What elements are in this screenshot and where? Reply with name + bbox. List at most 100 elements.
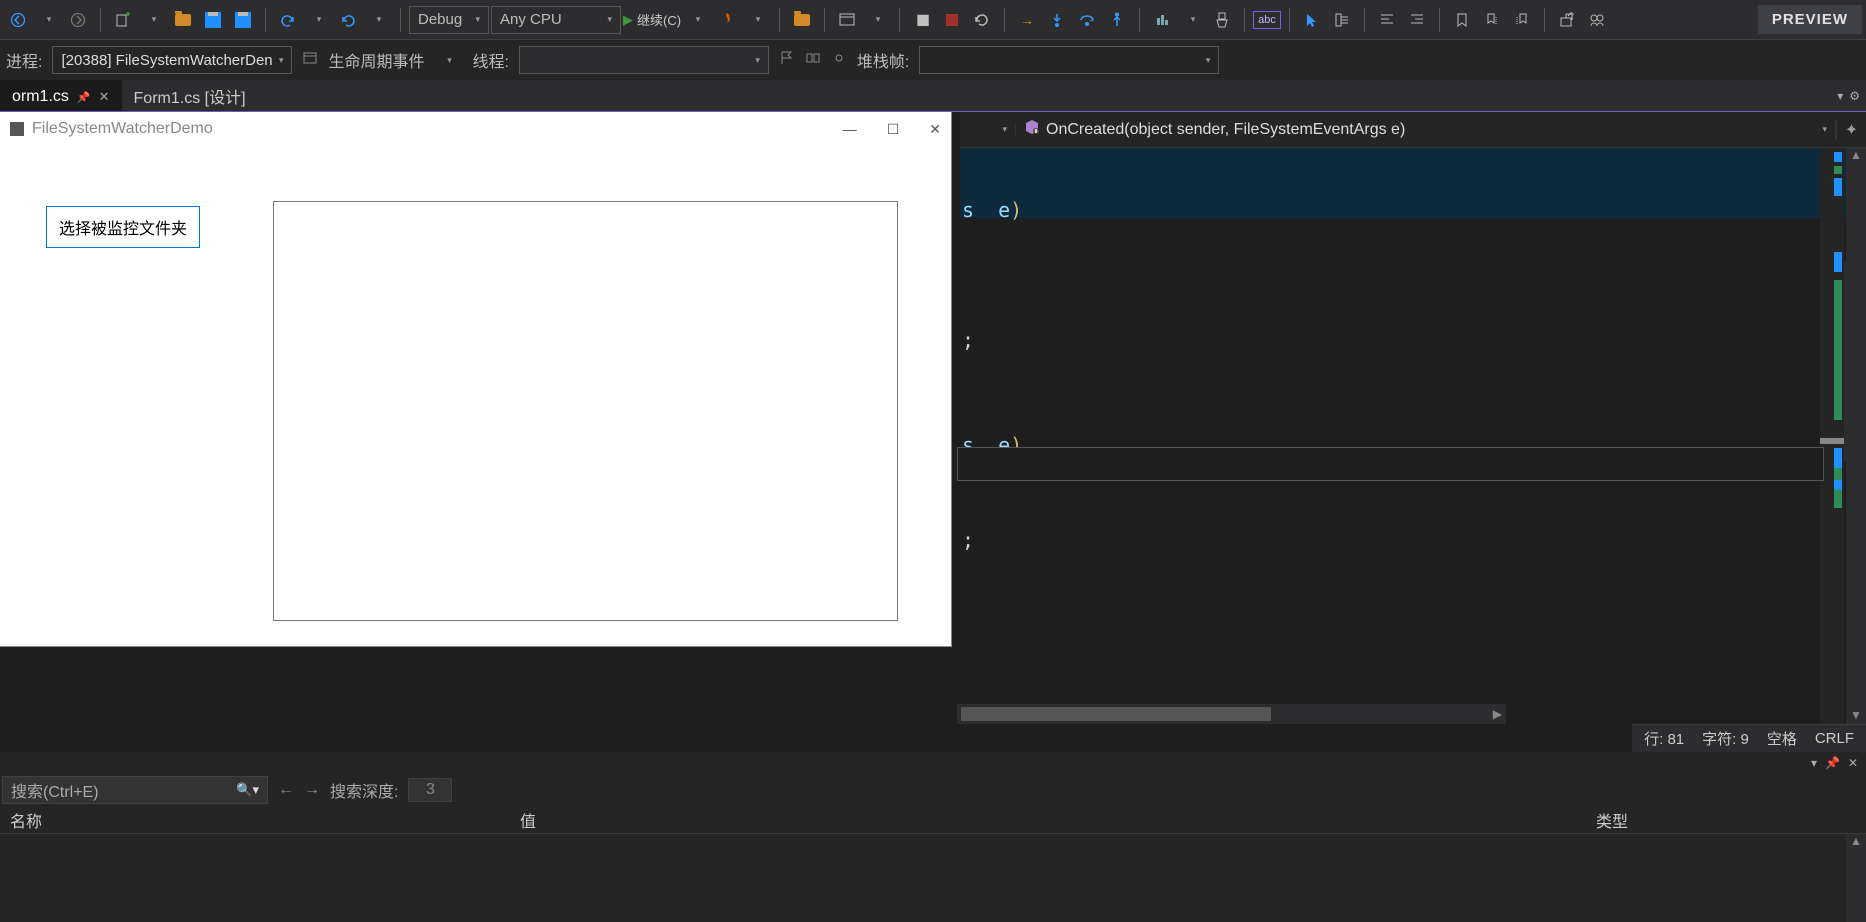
bookmark-next-button[interactable]: [1508, 6, 1536, 34]
nav-back-dropdown[interactable]: [34, 6, 62, 34]
nav-forward-button[interactable]: [64, 6, 92, 34]
nav-back-icon[interactable]: ←: [278, 781, 294, 799]
select-folder-button[interactable]: 选择被监控文件夹: [46, 206, 200, 248]
align-right-button[interactable]: [1403, 6, 1431, 34]
continue-button[interactable]: ▶ 继续(C): [623, 6, 681, 34]
save-all-button[interactable]: [229, 6, 257, 34]
separator: [1439, 8, 1440, 32]
close-icon[interactable]: ✕: [99, 89, 110, 105]
status-eol[interactable]: CRLF: [1815, 730, 1854, 747]
bottom-body[interactable]: ▲: [0, 834, 1866, 922]
col-value[interactable]: 值: [510, 808, 1586, 832]
lifecycle-dropdown[interactable]: [434, 46, 462, 74]
close-icon[interactable]: ✕: [929, 121, 941, 138]
scroll-up-icon[interactable]: ▲: [1846, 148, 1866, 162]
panel-dropdown-icon[interactable]: ▾: [1811, 756, 1817, 770]
app-titlebar[interactable]: FileSystemWatcherDemo — ☐ ✕: [0, 112, 951, 146]
maximize-icon[interactable]: ☐: [887, 121, 900, 138]
feedback-button[interactable]: [1583, 6, 1611, 34]
bottom-scrollbar[interactable]: ▲: [1846, 834, 1866, 922]
search-input[interactable]: 搜索(Ctrl+E) 🔍▾: [2, 776, 268, 804]
intellicode-button[interactable]: [1148, 6, 1176, 34]
new-item-button[interactable]: [109, 6, 137, 34]
hot-reload-button[interactable]: [713, 6, 741, 34]
step-into-button[interactable]: [1043, 6, 1071, 34]
bottom-panel: ▾ 📌 ✕ 搜索(Ctrl+E) 🔍▾ ← → 搜索深度: 3 名称 值 类型 …: [0, 752, 1866, 922]
align-left-button[interactable]: [1373, 6, 1401, 34]
horizontal-scrollbar[interactable]: ▶: [957, 704, 1506, 724]
nav-member-combo[interactable]: OnCreated(object sender, FileSystemEvent…: [1016, 119, 1836, 140]
tab-settings-icon[interactable]: ⚙: [1849, 89, 1860, 103]
undo-dropdown[interactable]: [304, 6, 332, 34]
flag-icon[interactable]: [779, 50, 795, 70]
show-next-statement-button[interactable]: →: [1013, 6, 1041, 34]
solution-platform-combo[interactable]: Any CPU: [491, 6, 621, 34]
current-line-highlight: [960, 148, 1866, 218]
code-frag: s e: [962, 198, 1010, 222]
solution-config-combo[interactable]: Debug: [409, 6, 489, 34]
scroll-up-icon[interactable]: ▲: [1846, 834, 1866, 848]
split-editor-button[interactable]: ✦: [1836, 120, 1866, 140]
col-type[interactable]: 类型: [1586, 808, 1866, 832]
open-folder-button[interactable]: [788, 6, 816, 34]
panel-close-icon[interactable]: ✕: [1848, 756, 1858, 770]
thread-combo[interactable]: [519, 46, 769, 74]
stop-debug-button[interactable]: [938, 6, 966, 34]
search-icon[interactable]: 🔍▾: [236, 782, 259, 798]
link-icon[interactable]: [831, 50, 847, 70]
redo-button[interactable]: [334, 6, 362, 34]
code-cleanup-button[interactable]: [1208, 6, 1236, 34]
hot-reload-dropdown[interactable]: [743, 6, 771, 34]
scroll-down-icon[interactable]: ▼: [1846, 708, 1866, 722]
lifecycle-icon: [302, 50, 318, 70]
undo-button[interactable]: [274, 6, 302, 34]
process-value: [20388] FileSystemWatcherDen: [61, 52, 272, 69]
tab-form1-design[interactable]: Form1.cs [设计]: [122, 80, 258, 112]
status-char[interactable]: 字符: 9: [1702, 728, 1749, 749]
preview-button[interactable]: PREVIEW: [1758, 5, 1862, 34]
abc-button[interactable]: abc: [1253, 6, 1281, 34]
app-title: FileSystemWatcherDemo: [32, 120, 213, 138]
bookmark-button[interactable]: [1448, 6, 1476, 34]
nav-back-button[interactable]: [4, 6, 32, 34]
window-layout-dropdown[interactable]: [863, 6, 891, 34]
solution-platform-value: Any CPU: [500, 11, 562, 28]
share-button[interactable]: [1553, 6, 1581, 34]
separator: [1004, 8, 1005, 32]
restart-button[interactable]: [968, 6, 996, 34]
new-item-dropdown[interactable]: [139, 6, 167, 34]
col-name[interactable]: 名称: [0, 808, 510, 832]
threads-icon[interactable]: [805, 50, 821, 70]
scroll-right-icon[interactable]: ▶: [1489, 707, 1506, 721]
step-over-button[interactable]: [1073, 6, 1101, 34]
process-combo[interactable]: [20388] FileSystemWatcherDen: [52, 46, 292, 74]
overview-ruler[interactable]: [1820, 148, 1844, 724]
pin-icon[interactable]: 📌: [77, 91, 91, 104]
code-area[interactable]: s e) ; s e) ; ▲ ▼: [960, 148, 1866, 724]
code-semi: ;: [962, 328, 974, 352]
scrollbar-thumb[interactable]: [961, 707, 1271, 721]
minimize-icon[interactable]: —: [843, 121, 857, 138]
step-out-button[interactable]: [1103, 6, 1131, 34]
depth-input[interactable]: 3: [408, 778, 452, 802]
app-listbox[interactable]: [273, 201, 898, 621]
panel-pin-icon[interactable]: 📌: [1825, 756, 1840, 770]
tab-overflow-dropdown[interactable]: ▾: [1837, 89, 1843, 103]
save-button[interactable]: [199, 6, 227, 34]
open-file-button[interactable]: [169, 6, 197, 34]
break-all-button[interactable]: ▮▮: [908, 6, 936, 34]
stackframe-combo[interactable]: [919, 46, 1219, 74]
continue-dropdown[interactable]: [683, 6, 711, 34]
tab-form1-cs[interactable]: orm1.cs 📌 ✕: [0, 80, 122, 112]
nav-scope-combo[interactable]: [960, 124, 1016, 135]
nav-forward-icon[interactable]: →: [304, 781, 320, 799]
redo-dropdown[interactable]: [364, 6, 392, 34]
intellicode-dropdown[interactable]: [1178, 6, 1206, 34]
code-map-button[interactable]: [1328, 6, 1356, 34]
cursor-tool-button[interactable]: [1298, 6, 1326, 34]
status-indent[interactable]: 空格: [1767, 728, 1797, 749]
bookmark-prev-button[interactable]: [1478, 6, 1506, 34]
status-line[interactable]: 行: 81: [1644, 728, 1684, 749]
right-dock-tab[interactable]: [1844, 262, 1866, 462]
window-layout-button[interactable]: [833, 6, 861, 34]
